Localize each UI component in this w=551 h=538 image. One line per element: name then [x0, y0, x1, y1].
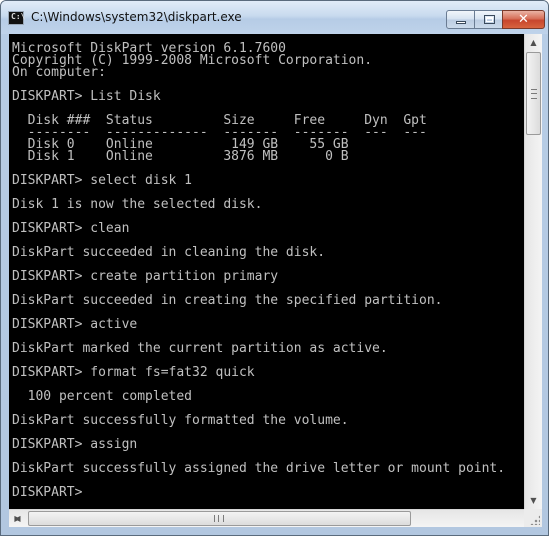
scroll-right-icon[interactable]: ▶: [9, 510, 26, 527]
console-line: DiskPart succeeded in cleaning the disk.: [12, 245, 326, 260]
close-icon: ✕: [518, 12, 529, 27]
console-line: DISKPART> assign: [12, 437, 138, 452]
resize-grip-icon: [530, 515, 540, 525]
console-window: C:\ C:\Windows\system32\diskpart.exe ✕ M…: [0, 0, 549, 536]
console-line: DiskPart marked the current partition as…: [12, 341, 388, 356]
maximize-button[interactable]: [474, 10, 503, 29]
console-output[interactable]: Microsoft DiskPart version 6.1.7600 Copyr…: [9, 34, 524, 509]
scroll-down-icon[interactable]: ▼: [525, 492, 542, 509]
console-line: DiskPart succeeded in creating the speci…: [12, 293, 443, 308]
console-line: DISKPART> create partition primary: [12, 269, 279, 284]
console-line: On computer:: [12, 65, 106, 80]
console-line: DISKPART> clean: [12, 221, 130, 236]
minimize-icon: [456, 21, 466, 24]
minimize-button[interactable]: [446, 10, 475, 29]
console-line: DISKPART> select disk 1: [12, 173, 193, 188]
horizontal-scroll-thumb[interactable]: [28, 511, 411, 526]
scroll-up-icon[interactable]: ▲: [525, 34, 542, 51]
console-line: DISKPART>: [12, 485, 91, 500]
console-line: Disk 1 is now the selected disk.: [12, 197, 263, 212]
console-text: Microsoft DiskPart version 6.1.7600 Copyr…: [9, 34, 524, 499]
console-line: 100 percent completed: [12, 389, 193, 404]
horizontal-scrollbar[interactable]: ◀ ▶: [9, 509, 524, 527]
console-line: DISKPART> format fs=fat32 quick: [12, 365, 255, 380]
close-button[interactable]: ✕: [502, 10, 545, 29]
console-line: Disk 1 Online 3876 MB 0 B: [12, 149, 349, 164]
console-line: DiskPart successfully assigned the drive…: [12, 461, 506, 476]
window-title: C:\Windows\system32\diskpart.exe: [31, 10, 242, 24]
console-line: DISKPART> List Disk: [12, 89, 161, 104]
title-bar[interactable]: C:\ C:\Windows\system32\diskpart.exe ✕: [1, 1, 548, 34]
maximize-icon: [484, 15, 495, 24]
vertical-scrollbar[interactable]: ▲ ▼: [524, 34, 542, 509]
vertical-scroll-thumb[interactable]: [526, 52, 541, 135]
console-line: DiskPart successfully formatted the volu…: [12, 413, 349, 428]
resize-corner[interactable]: [524, 509, 542, 527]
console-line: DISKPART> active: [12, 317, 138, 332]
console-icon[interactable]: C:\: [8, 11, 25, 25]
grip-icon: [214, 515, 224, 522]
grip-icon: [531, 89, 537, 99]
